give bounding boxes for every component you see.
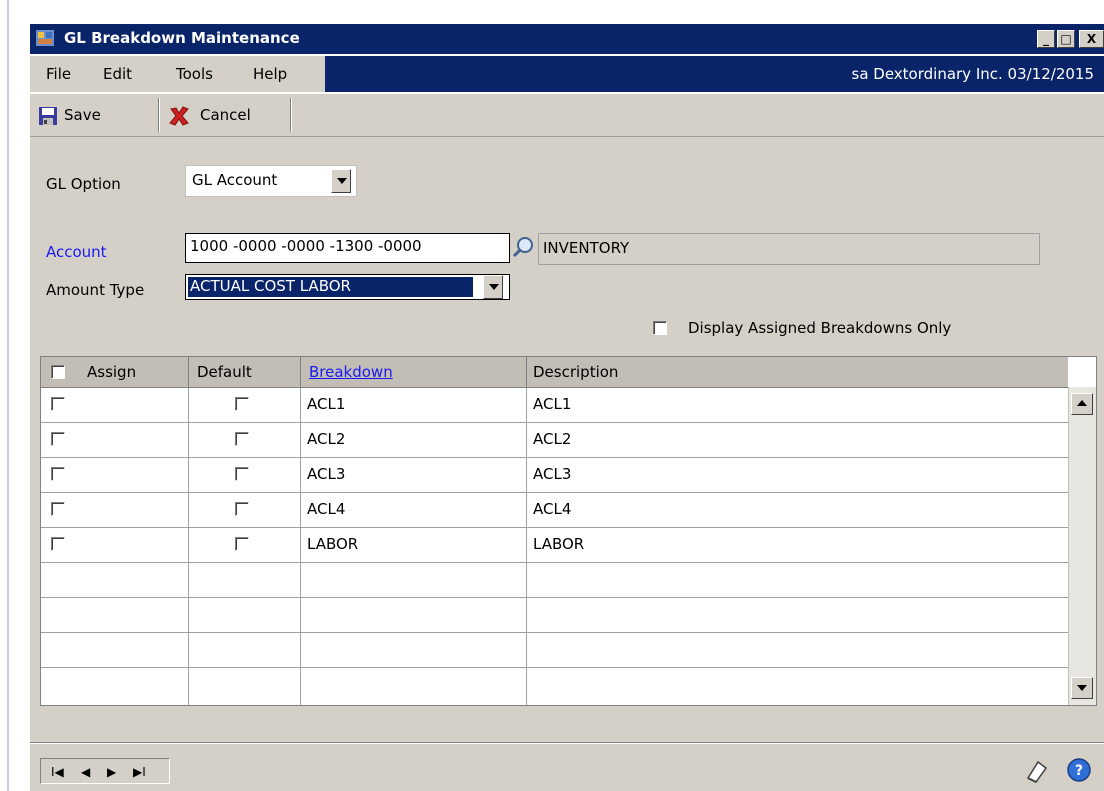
description-cell: ACL4 [533, 500, 572, 518]
assign-all-checkbox[interactable] [51, 365, 65, 379]
empty-row[interactable] [41, 563, 1068, 598]
previous-record-button[interactable]: ◀ [81, 765, 90, 779]
column-assign-label: Assign [87, 363, 137, 381]
cancel-x-icon [169, 106, 189, 126]
column-default[interactable]: Default [189, 357, 301, 387]
menu-bar: File Edit Tools Help sa Dextordinary Inc… [30, 56, 1104, 92]
toolbar-separator [290, 98, 292, 132]
cancel-button[interactable]: Cancel [164, 98, 284, 132]
breakdown-cell: ACL3 [307, 465, 346, 483]
assign-checkbox[interactable] [51, 502, 65, 516]
save-button[interactable]: Save [34, 98, 134, 132]
description-cell: ACL2 [533, 430, 572, 448]
first-record-button[interactable]: I◀ [51, 765, 64, 779]
menu-edit[interactable]: Edit [103, 65, 132, 83]
table-row[interactable]: ACL3 ACL3 [41, 458, 1068, 493]
table-row[interactable]: ACL1 ACL1 [41, 388, 1068, 423]
save-label: Save [64, 106, 101, 124]
display-assigned-label: Display Assigned Breakdowns Only [688, 319, 952, 337]
save-icon [39, 107, 57, 125]
account-label[interactable]: Account [46, 243, 107, 261]
toolbar-separator [158, 98, 160, 132]
assign-checkbox[interactable] [51, 432, 65, 446]
description-cell: ACL1 [533, 395, 572, 413]
amount-type-label: Amount Type [46, 281, 145, 299]
amount-type-select[interactable]: ACTUAL COST LABOR [185, 274, 510, 300]
description-cell: LABOR [533, 535, 585, 553]
scroll-down-button[interactable] [1071, 677, 1093, 699]
column-breakdown-label[interactable]: Breakdown [309, 363, 393, 381]
user-company-date: sa Dextordinary Inc. 03/12/2015 [851, 65, 1095, 83]
chevron-down-icon[interactable] [483, 275, 503, 299]
window-left-edge [7, 0, 9, 791]
scroll-up-button[interactable] [1071, 393, 1093, 415]
title-bar: GL Breakdown Maintenance _ □ X [30, 24, 1104, 54]
table-row[interactable]: ACL4 ACL4 [41, 493, 1068, 528]
default-checkbox[interactable] [235, 432, 249, 446]
column-description[interactable]: Description [527, 357, 1068, 387]
cancel-label: Cancel [200, 106, 251, 124]
assign-checkbox[interactable] [51, 467, 65, 481]
menu-tools[interactable]: Tools [176, 65, 213, 83]
grid-scrollbar[interactable] [1068, 387, 1096, 705]
main-form: GL Option GL Account Account 1000 -0000 … [30, 137, 1104, 791]
svg-text:?: ? [1075, 763, 1083, 779]
minimize-button[interactable]: _ [1037, 30, 1055, 48]
toolbar: Save Cancel [30, 94, 1104, 137]
footer-divider [30, 742, 1104, 744]
table-row[interactable]: ACL2 ACL2 [41, 423, 1068, 458]
app-icon [36, 30, 54, 46]
default-checkbox[interactable] [235, 397, 249, 411]
close-button[interactable]: X [1079, 30, 1104, 48]
default-checkbox[interactable] [235, 467, 249, 481]
display-assigned-checkbox[interactable] [653, 321, 667, 335]
empty-row[interactable] [41, 598, 1068, 633]
gl-option-value: GL Account [192, 171, 278, 189]
breakdown-cell: ACL1 [307, 395, 346, 413]
assign-checkbox[interactable] [51, 397, 65, 411]
assign-checkbox[interactable] [51, 537, 65, 551]
window-title: GL Breakdown Maintenance [64, 29, 300, 47]
breakdown-grid: Assign Default Breakdown Description ACL… [40, 356, 1097, 706]
grid-header: Assign Default Breakdown Description [41, 357, 1068, 388]
next-record-button[interactable]: ▶ [107, 765, 116, 779]
record-navigation: I◀ ◀ ▶ ▶I [40, 758, 170, 784]
maximize-button[interactable]: □ [1057, 30, 1075, 48]
breakdown-cell: ACL2 [307, 430, 346, 448]
empty-row[interactable] [41, 668, 1068, 705]
column-description-label: Description [533, 363, 619, 381]
account-input[interactable]: 1000 -0000 -0000 -1300 -0000 [185, 233, 510, 263]
account-value: 1000 -0000 -0000 -1300 -0000 [190, 237, 422, 255]
column-breakdown[interactable]: Breakdown [301, 357, 527, 387]
lookup-icon[interactable] [512, 235, 536, 259]
breakdown-cell: ACL4 [307, 500, 346, 518]
help-icon[interactable]: ? [1066, 757, 1092, 783]
gl-option-select[interactable]: GL Account [185, 165, 357, 197]
user-status-bar: sa Dextordinary Inc. 03/12/2015 [325, 56, 1104, 92]
menu-help[interactable]: Help [253, 65, 287, 83]
menu-file[interactable]: File [46, 65, 71, 83]
empty-row[interactable] [41, 633, 1068, 668]
default-checkbox[interactable] [235, 537, 249, 551]
last-record-button[interactable]: ▶I [133, 765, 146, 779]
amount-type-value: ACTUAL COST LABOR [190, 277, 351, 295]
description-cell: ACL3 [533, 465, 572, 483]
account-description-text: INVENTORY [543, 239, 630, 257]
table-row[interactable]: LABOR LABOR [41, 528, 1068, 563]
note-icon[interactable] [1024, 758, 1050, 784]
chevron-down-icon[interactable] [331, 169, 351, 193]
default-checkbox[interactable] [235, 502, 249, 516]
gl-option-label: GL Option [46, 175, 121, 193]
column-default-label: Default [197, 363, 252, 381]
breakdown-cell: LABOR [307, 535, 359, 553]
account-description: INVENTORY [538, 233, 1040, 265]
column-assign[interactable]: Assign [41, 357, 189, 387]
